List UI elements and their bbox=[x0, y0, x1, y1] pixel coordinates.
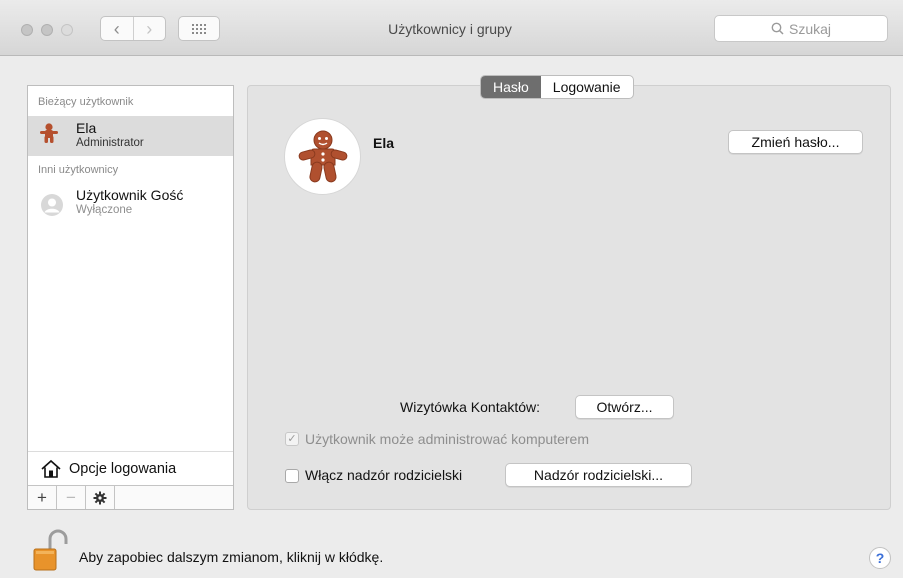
other-users-header: Inni użytkownicy bbox=[38, 164, 119, 176]
gingerbread-avatar-icon bbox=[40, 123, 58, 143]
user-role: Administrator bbox=[76, 137, 144, 149]
close-window-button[interactable] bbox=[21, 24, 33, 36]
open-contacts-button[interactable]: Otwórz... bbox=[575, 395, 674, 419]
search-placeholder: Szukaj bbox=[788, 20, 832, 37]
current-user-header: Bieżący użytkownik bbox=[38, 96, 134, 108]
user-name: Użytkownik Gość bbox=[76, 187, 184, 203]
users-sidebar: Bieżący użytkownik Ela Administrator Inn… bbox=[27, 85, 234, 510]
sidebar-footer: + − bbox=[28, 485, 233, 509]
tab-bar: Hasło Logowanie bbox=[480, 75, 634, 99]
window-title: Użytkownicy i grupy bbox=[388, 21, 512, 37]
user-name: Ela bbox=[76, 120, 97, 136]
user-picture[interactable] bbox=[284, 118, 361, 195]
action-menu-button[interactable] bbox=[86, 486, 115, 509]
lock-message: Aby zapobiec dalszym zmianom, kliknij w … bbox=[79, 549, 384, 565]
tab-password[interactable]: Hasło bbox=[481, 76, 541, 98]
change-password-button[interactable]: Zmień hasło... bbox=[728, 130, 863, 154]
back-button[interactable]: ‹ bbox=[101, 17, 133, 40]
lock-icon[interactable] bbox=[33, 528, 69, 572]
tab-login[interactable]: Logowanie bbox=[541, 76, 633, 98]
login-options-item[interactable]: Opcje logowania bbox=[28, 451, 233, 485]
title-bar: ‹ › Użytkownicy i grupy Szukaj bbox=[0, 0, 903, 56]
navigation-buttons: ‹ › bbox=[100, 16, 166, 41]
admin-checkbox[interactable]: ✓ bbox=[285, 432, 299, 446]
contacts-card-label: Wizytówka Kontaktów: bbox=[400, 399, 541, 415]
user-item-guest[interactable]: Użytkownik Gość Wyłączone bbox=[28, 182, 233, 224]
minimize-window-button[interactable] bbox=[41, 24, 53, 36]
forward-button[interactable]: › bbox=[132, 17, 166, 40]
help-button[interactable]: ? bbox=[869, 547, 891, 569]
guest-user-icon bbox=[41, 194, 63, 216]
zoom-window-button[interactable] bbox=[61, 24, 73, 36]
search-icon bbox=[771, 22, 784, 35]
remove-user-button[interactable]: − bbox=[57, 486, 86, 509]
gear-icon bbox=[93, 491, 107, 504]
admin-checkbox-label: Użytkownik może administrować komputerem bbox=[305, 431, 589, 447]
user-status: Wyłączone bbox=[76, 204, 133, 216]
login-options-label: Opcje logowania bbox=[69, 460, 177, 477]
chevron-left-icon: ‹ bbox=[113, 18, 120, 39]
user-full-name: Ela bbox=[373, 135, 395, 151]
parental-controls-checkbox[interactable] bbox=[285, 469, 299, 483]
gingerbread-avatar-icon bbox=[298, 130, 347, 182]
user-item-ela[interactable]: Ela Administrator bbox=[28, 116, 233, 156]
add-user-button[interactable]: + bbox=[28, 486, 57, 509]
search-field[interactable]: Szukaj bbox=[714, 15, 888, 42]
parental-controls-button[interactable]: Nadzór rodzicielski... bbox=[505, 463, 692, 487]
house-icon bbox=[41, 459, 61, 478]
parental-checkbox-label: Włącz nadzór rodzicielski bbox=[305, 467, 463, 483]
grid-icon bbox=[192, 23, 206, 34]
chevron-right-icon: › bbox=[146, 18, 153, 39]
show-all-button[interactable] bbox=[178, 16, 220, 41]
